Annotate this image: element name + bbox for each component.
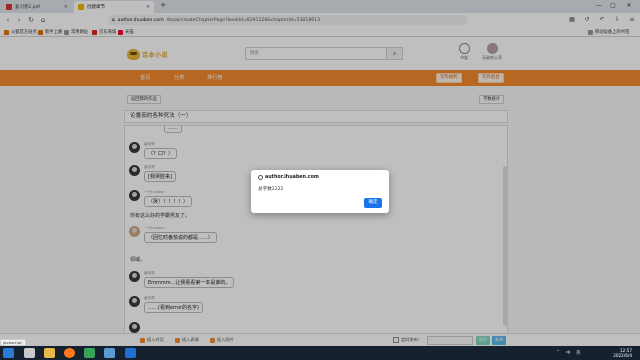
ok-button[interactable]: 确定 [364,198,382,208]
file-explorer-icon[interactable] [24,348,35,358]
globe-icon [258,175,263,180]
status-url: javascript; [0,339,26,346]
tray-chevron-icon[interactable]: ^ [556,350,560,355]
app-icon[interactable] [125,348,136,358]
app-icon[interactable] [104,348,115,358]
alert-dialog: author.ihuaben.com 总字数2222 确定 [251,170,389,213]
start-icon[interactable] [3,348,14,358]
firefox-icon[interactable] [64,348,75,358]
dialog-message: 总字数2222 [258,187,284,192]
dialog-origin: author.ihuaben.com [265,175,319,180]
ime-indicator[interactable]: 中 [566,350,571,356]
clock-date: 2022/6/4 [613,353,632,358]
folder-icon[interactable] [44,348,55,358]
app-icon[interactable] [84,348,95,358]
clock[interactable]: 12:57 2022/6/4 [613,348,632,358]
taskbar: ^ 中 英 12:57 2022/6/4 [0,346,640,360]
dialog-title: author.ihuaben.com [258,175,319,180]
ime-mode-indicator[interactable]: 英 [576,350,581,356]
